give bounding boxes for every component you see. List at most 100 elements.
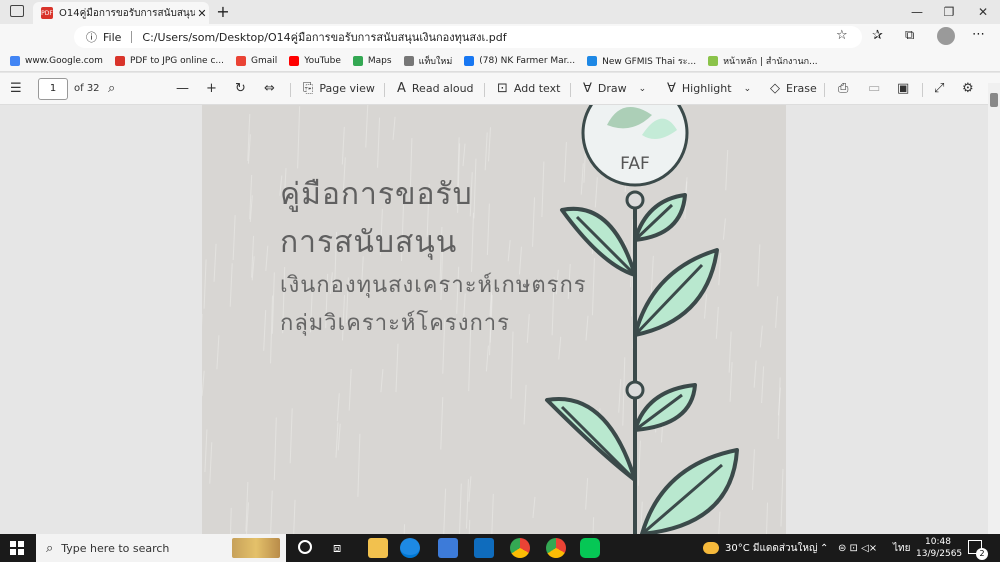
tray-icons[interactable]: ⊜ ⊡ ◁× (838, 534, 877, 562)
contents-icon[interactable]: ☰ (10, 81, 28, 96)
profile-avatar[interactable] (937, 27, 955, 45)
taskbar-search-box[interactable]: ⌕ Type here to search (36, 534, 286, 562)
bookmark-item[interactable]: New GFMIS Thai ระ... (587, 54, 696, 68)
pdf-page: คู่มือการขอรับ การสนับสนุน เงินกองทุนสงเ… (202, 105, 786, 534)
chevron-down-icon[interactable]: ⌄ (639, 84, 647, 94)
bookmark-favicon-icon (587, 55, 598, 66)
save-icon[interactable]: ▭ (868, 81, 886, 96)
cortana-icon[interactable] (298, 540, 312, 554)
bookmark-favicon-icon (464, 55, 475, 66)
add-favorite-icon[interactable]: ☆ (836, 28, 848, 43)
page-count: of 32 (74, 83, 100, 94)
bookmark-item[interactable]: แท็บใหม่ (403, 54, 453, 68)
vertical-scrollbar[interactable] (988, 83, 1000, 534)
notification-badge: 2 (976, 548, 988, 560)
bookmark-favicon-icon (236, 55, 246, 66)
bookmark-item[interactable]: (78) NK Farmer Mar... (464, 55, 576, 66)
logo-text: FAF (620, 154, 650, 174)
mail-icon[interactable] (474, 538, 494, 558)
weather-text: 30°C มีแดดส่วนใหญ่ (725, 542, 818, 554)
add-text-button[interactable]: ⊡ Add text (497, 81, 560, 96)
taskbar: ⌕ Type here to search ⧈ 30°C มีแดดส่วนให… (0, 534, 1000, 562)
fit-page-icon[interactable]: ⇔ (264, 81, 281, 96)
minimize-button[interactable]: — (906, 2, 928, 22)
bookmark-favicon-icon (289, 55, 300, 66)
bookmark-item[interactable]: YouTube (289, 55, 341, 66)
bookmark-favicon-icon (708, 55, 719, 66)
chrome-profile-icon[interactable] (546, 538, 566, 558)
page-view-icon: ⎘ (303, 81, 314, 96)
collections-icon[interactable]: ⧉ (905, 28, 914, 43)
clock-date: 13/9/2565 (916, 549, 963, 559)
page-number-input[interactable]: 1 (38, 78, 68, 100)
bookmark-label: New GFMIS Thai ระ... (602, 56, 697, 67)
address-bar[interactable]: ⓘ File C:/Users/som/Desktop/O14คู่มือการ… (74, 26, 862, 48)
bookmark-favicon-icon (10, 55, 20, 66)
language-indicator[interactable]: ไทย (893, 534, 910, 562)
bookmark-label: (78) NK Farmer Mar... (479, 55, 576, 66)
highlight-button[interactable]: ∀ Highlight ⌄ (667, 81, 751, 96)
chevron-down-icon[interactable]: ⌄ (744, 84, 752, 94)
task-view-icon[interactable]: ⧈ (333, 541, 341, 556)
address-separator (131, 31, 133, 43)
system-tray-chevron-icon[interactable]: ⌃ (820, 534, 828, 562)
read-aloud-button[interactable]: A Read aloud (397, 81, 474, 96)
bookmark-item[interactable]: Gmail (236, 55, 278, 66)
zoom-in-icon[interactable]: + (206, 81, 223, 96)
rotate-icon[interactable]: ↻ (235, 81, 252, 96)
bookmark-favicon-icon (114, 55, 125, 66)
restore-button[interactable]: ❐ (938, 2, 960, 22)
weather-icon (703, 542, 719, 554)
bookmark-label: Gmail (251, 55, 278, 66)
clock-time: 10:48 (925, 537, 951, 547)
erase-button[interactable]: ◇ Erase (770, 81, 817, 96)
new-tab-button[interactable]: + (214, 2, 232, 22)
save-as-icon[interactable]: ▣ (897, 81, 915, 96)
info-icon[interactable]: ⓘ (86, 29, 97, 45)
zoom-out-icon[interactable]: — (176, 81, 195, 96)
toolbar-divider (570, 83, 571, 97)
document-viewer[interactable]: คู่มือการขอรับ การสนับสนุน เงินกองทุนสงเ… (0, 105, 988, 534)
toolbar-divider (484, 83, 485, 97)
pdf-toolbar: ☰ 1 of 32 ⌕ — + ↻ ⇔ ⎘ Page view A Read alo… (0, 73, 1000, 105)
bookmark-item[interactable]: หน้าหลัก | สำนักงานก... (708, 54, 818, 68)
store-icon[interactable] (438, 538, 458, 558)
scrollbar-thumb[interactable] (990, 93, 998, 107)
line-app-icon[interactable] (580, 538, 600, 558)
bookmark-favicon-icon (352, 55, 363, 66)
bookmark-label: หน้าหลัก | สำนักงานก... (723, 56, 818, 67)
pdf-file-icon: PDF (41, 7, 53, 19)
toolbar-divider (922, 83, 923, 97)
tab-active[interactable]: PDF O14คู่มือการขอรับการสนับสนุนเงินกอ ✕ (33, 2, 209, 24)
chrome-icon[interactable] (510, 538, 530, 558)
plant-illustration: FAF (545, 105, 739, 534)
fullscreen-icon[interactable]: ⤢ (934, 81, 950, 96)
bookmark-item[interactable]: Maps (352, 55, 392, 66)
search-icon[interactable]: ⌕ (108, 81, 121, 96)
close-window-button[interactable]: ✕ (972, 2, 994, 22)
tab-bar: PDF O14คู่มือการขอรับการสนับสนุนเงินกอ ✕… (0, 0, 1000, 24)
add-text-icon: ⊡ (497, 81, 508, 96)
bookmark-label: www.Google.com (25, 55, 103, 66)
more-options-icon[interactable]: ⋯ (972, 27, 985, 42)
tab-close-button[interactable]: ✕ (195, 7, 209, 20)
bookmark-label: แท็บใหม่ (418, 56, 453, 67)
bookmark-item[interactable]: www.Google.com (10, 55, 103, 66)
weather-widget[interactable]: 30°C มีแดดส่วนใหญ่ (703, 534, 817, 562)
file-explorer-icon[interactable] (368, 538, 388, 558)
tab-actions-icon[interactable] (10, 5, 24, 17)
draw-button[interactable]: ∀ Draw ⌄ (583, 81, 646, 96)
edge-browser-icon[interactable] (400, 538, 420, 558)
windows-start-icon[interactable] (10, 541, 24, 555)
settings-gear-icon[interactable]: ⚙ (962, 81, 980, 96)
favorites-icon[interactable]: ✰ (872, 28, 883, 43)
address-url[interactable]: C:/Users/som/Desktop/O14คู่มือการขอรับกา… (142, 28, 506, 46)
draw-icon: ∀ (583, 81, 592, 96)
print-icon[interactable]: ⎙ (838, 81, 854, 96)
bookmarks-bar: www.Google.com PDF to JPG online c... Gmai… (0, 50, 1000, 72)
page-view-button[interactable]: ⎘ Page view (303, 81, 375, 96)
eraser-icon: ◇ (770, 81, 780, 96)
bookmark-item[interactable]: PDF to JPG online c... (114, 55, 224, 66)
bookmark-label: PDF to JPG online c... (129, 55, 224, 66)
clock[interactable]: 10:48 13/9/2565 (916, 536, 963, 560)
